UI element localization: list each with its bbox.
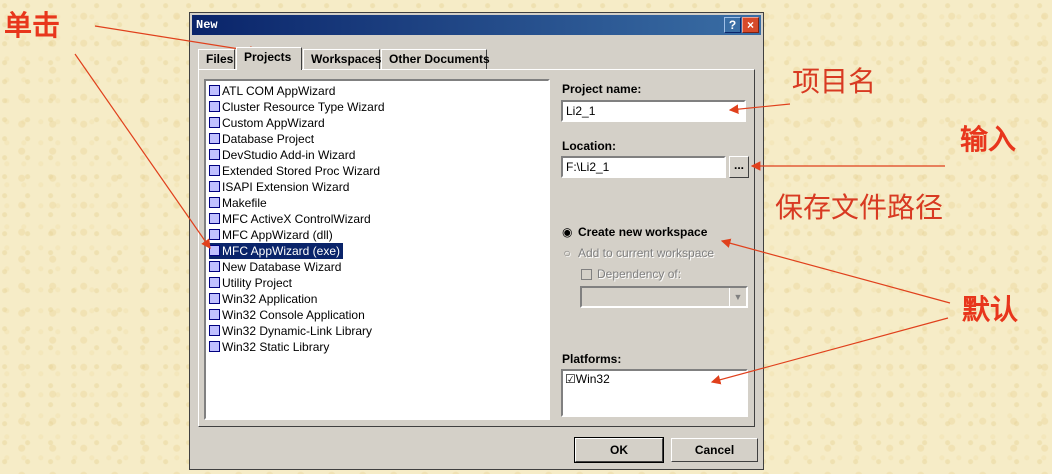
tab-workspaces[interactable]: Workspaces (303, 49, 381, 69)
cancel-button[interactable]: Cancel (671, 438, 758, 462)
radio-on-icon: ◉ (562, 225, 573, 239)
list-item[interactable]: Makefile (209, 195, 270, 211)
list-item[interactable]: Extended Stored Proc Wizard (209, 163, 383, 179)
close-icon[interactable]: × (742, 17, 759, 33)
project-type-icon (209, 213, 220, 224)
project-type-icon (209, 101, 220, 112)
add-to-workspace-radio[interactable]: ○ Add to current workspace (562, 246, 714, 260)
list-item[interactable]: Database Project (209, 131, 317, 147)
list-item[interactable]: ATL COM AppWizard (209, 83, 338, 99)
project-type-icon (209, 181, 220, 192)
help-icon[interactable]: ? (724, 17, 741, 33)
list-item[interactable]: Win32 Console Application (209, 307, 368, 323)
list-item-selected[interactable]: MFC AppWizard (exe) (209, 243, 344, 259)
list-item[interactable]: Win32 Dynamic-Link Library (209, 323, 375, 339)
list-item[interactable]: Cluster Resource Type Wizard (209, 99, 388, 115)
location-label: Location: (562, 139, 616, 153)
project-type-icon (209, 245, 220, 256)
list-item[interactable]: New Database Wizard (209, 259, 344, 275)
tab-projects[interactable]: Projects (236, 47, 302, 70)
platform-item: Win32 (575, 372, 610, 386)
project-type-icon (209, 117, 220, 128)
list-item[interactable]: MFC ActiveX ControlWizard (209, 211, 374, 227)
dialog-titlebar[interactable]: New ? × (192, 15, 761, 35)
list-item[interactable]: Custom AppWizard (209, 115, 328, 131)
dialog-title: New (196, 18, 218, 32)
create-new-workspace-radio[interactable]: ◉ Create new workspace (562, 225, 707, 239)
annotation-click: 单击 (4, 9, 61, 42)
list-item[interactable]: MFC AppWizard (dll) (209, 227, 336, 243)
tab-other-documents[interactable]: Other Documents (381, 49, 490, 69)
project-type-icon (209, 309, 220, 320)
project-name-label: Project name: (562, 82, 642, 96)
ok-button[interactable]: OK (574, 437, 664, 463)
annotation-default: 默认 (962, 293, 1019, 326)
checkbox-icon (581, 269, 592, 280)
dependency-checkbox[interactable]: Dependency of: (581, 267, 681, 281)
list-item[interactable]: ISAPI Extension Wizard (209, 179, 352, 195)
project-type-icon (209, 133, 220, 144)
project-type-icon (209, 277, 220, 288)
annotation-project-name: 项目名 (792, 65, 877, 98)
project-type-icon (209, 325, 220, 336)
project-type-icon (209, 293, 220, 304)
radio-off-icon: ○ (563, 246, 571, 260)
project-type-list[interactable]: ATL COM AppWizard Cluster Resource Type … (204, 79, 550, 420)
list-item[interactable]: DevStudio Add-in Wizard (209, 147, 358, 163)
chevron-down-icon: ▼ (729, 288, 746, 306)
list-item[interactable]: Utility Project (209, 275, 295, 291)
annotation-save-path: 保存文件路径 (775, 191, 944, 224)
checkbox-checked-icon[interactable]: ☑ (565, 372, 576, 386)
platforms-list[interactable]: ☑Win32 (561, 369, 748, 417)
browse-button[interactable]: ... (729, 156, 749, 178)
project-type-icon (209, 85, 220, 96)
project-type-icon (209, 229, 220, 240)
list-item[interactable]: Win32 Application (209, 291, 320, 307)
dependency-combo[interactable]: ▼ (580, 286, 748, 308)
project-type-icon (209, 261, 220, 272)
project-type-icon (209, 165, 220, 176)
project-type-icon (209, 341, 220, 352)
tab-files[interactable]: Files (198, 49, 235, 69)
list-item[interactable]: Win32 Static Library (209, 339, 332, 355)
location-input[interactable]: F:\Li2_1 (561, 156, 726, 178)
project-name-input[interactable]: Li2_1 (561, 100, 746, 122)
platforms-label: Platforms: (562, 352, 622, 366)
annotation-input: 输入 (960, 123, 1017, 156)
project-type-icon (209, 197, 220, 208)
new-dialog: New ? × Files Projects Workspaces Other … (189, 12, 764, 470)
project-type-icon (209, 149, 220, 160)
